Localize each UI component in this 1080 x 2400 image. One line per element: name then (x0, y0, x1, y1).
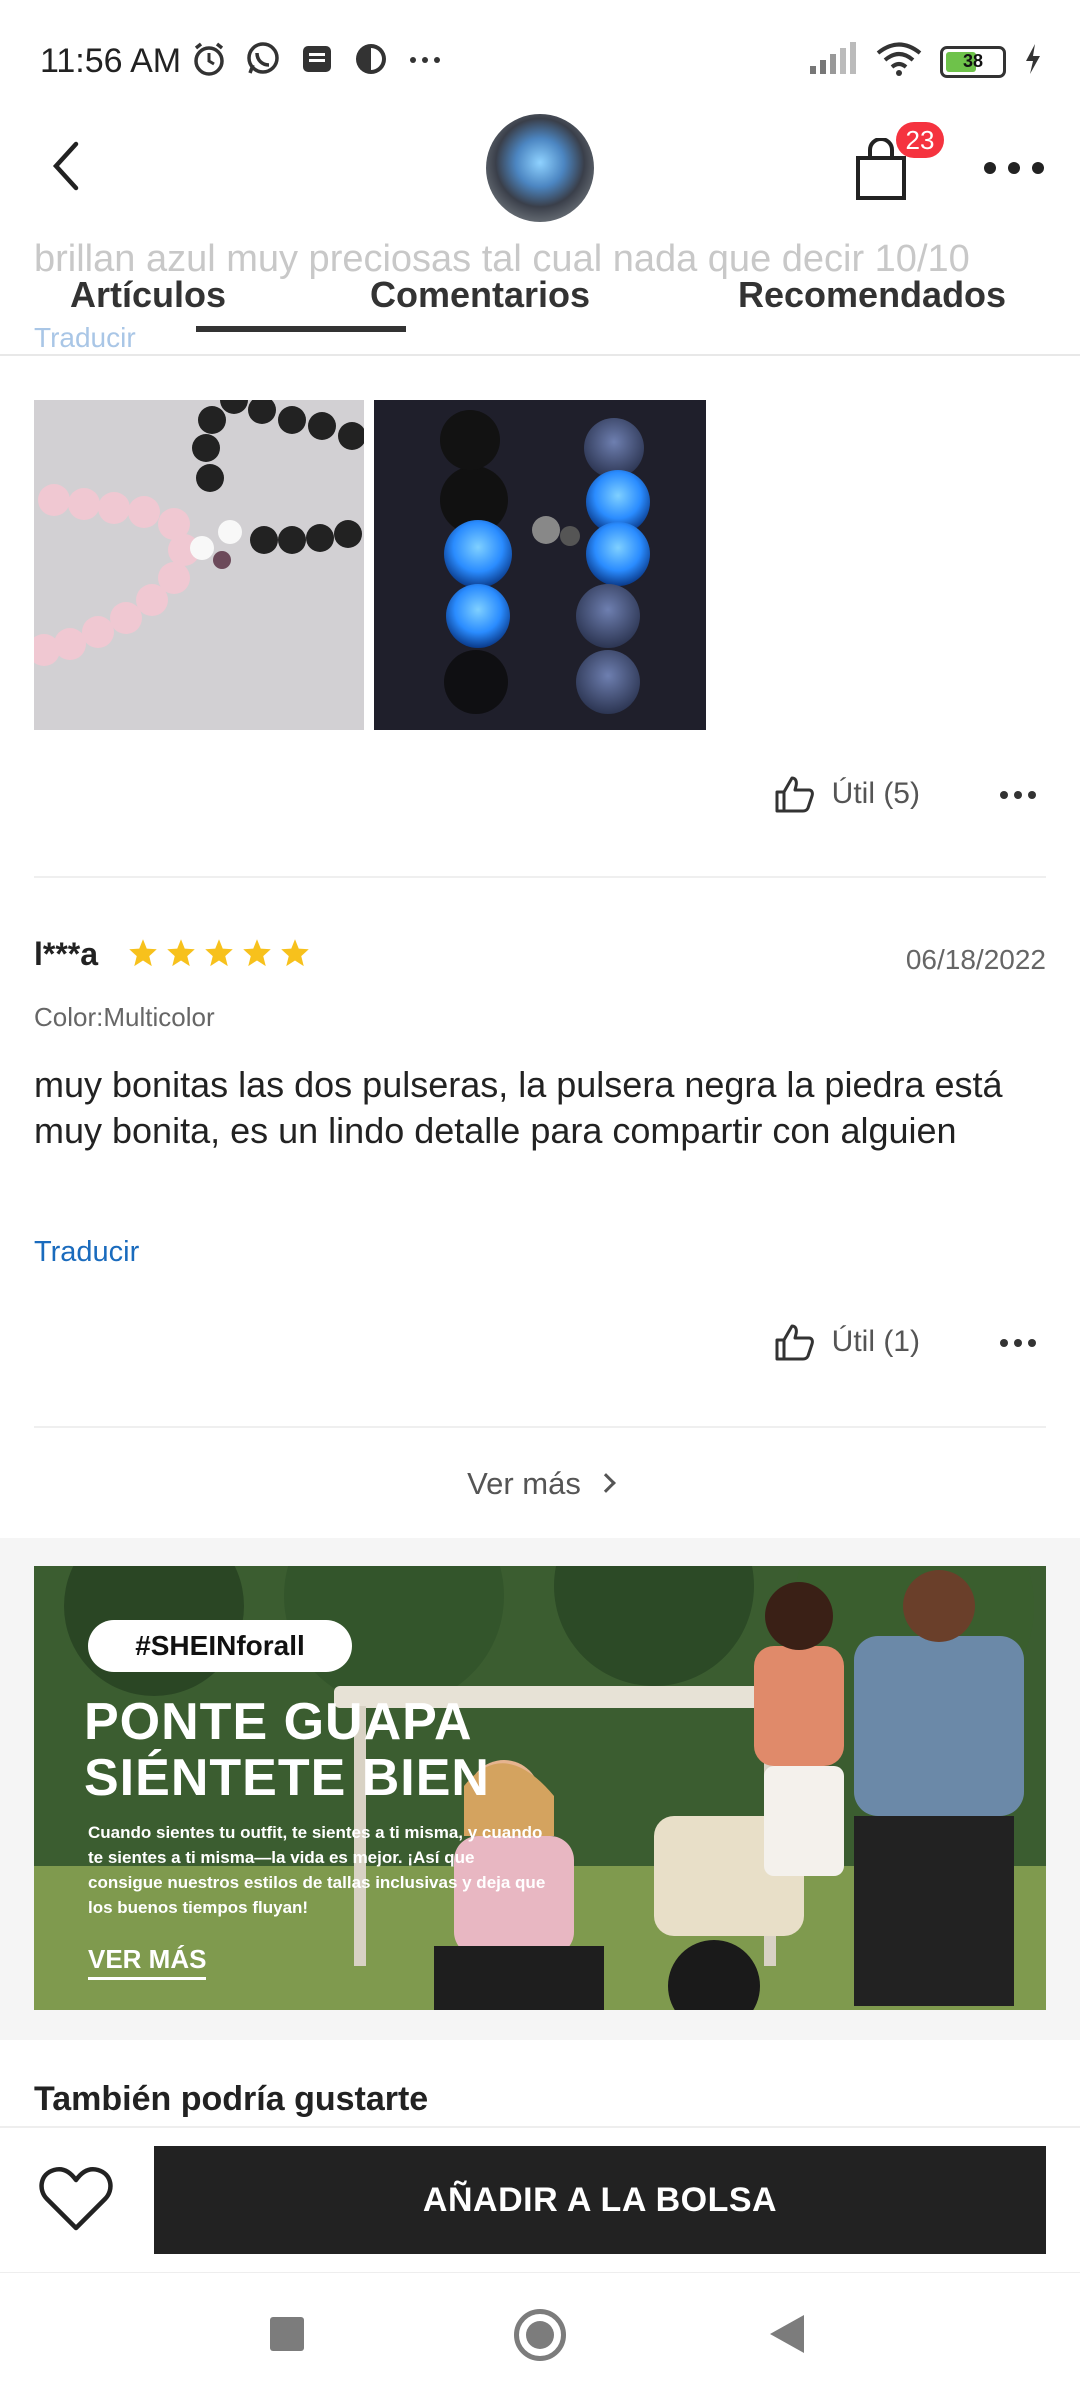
banner-headline-line-2: SIÉNTETE BIEN (84, 1749, 490, 1807)
recent-apps-button[interactable] (270, 2317, 304, 2351)
star-rating (128, 938, 310, 968)
thumbs-up-icon (775, 776, 814, 813)
helpful-button-2[interactable]: Útil (1) (774, 1322, 920, 1362)
signal-icon (808, 42, 858, 81)
chevron-right-icon (595, 1472, 616, 1493)
helpful-button-1[interactable]: Útil (5) (774, 774, 920, 814)
status-bar: 11:56 AM 38 (0, 0, 1080, 120)
more-horizontal-icon (984, 162, 1044, 174)
banner-cta-link[interactable]: VER MÁS (88, 1944, 207, 1980)
more-dots-icon (406, 40, 444, 78)
add-to-bag-button[interactable]: AÑADIR A LA BOLSA (154, 2146, 1046, 2254)
more-horizontal-icon (1000, 791, 1036, 799)
product-header: 23 (0, 110, 1080, 230)
star-icon (167, 939, 195, 967)
charging-icon (1024, 44, 1042, 79)
status-notification-icons (190, 40, 444, 78)
helpful-count-label: Útil (1) (831, 1325, 920, 1358)
app-icon (352, 40, 390, 78)
message-icon (298, 40, 336, 78)
tab-comentarios[interactable]: Comentarios (370, 274, 590, 316)
review-date: 06/18/2022 (905, 944, 1046, 975)
cart-count-badge: 23 (896, 122, 944, 158)
review-more-options-1[interactable] (998, 788, 1038, 800)
star-icon (205, 939, 233, 967)
active-tab-indicator (196, 326, 406, 332)
banner-body-text: Cuando sientes tu outfit, te sientes a t… (88, 1823, 546, 1917)
system-navigation-bar (0, 2272, 1080, 2400)
review-more-options-2[interactable] (998, 1336, 1038, 1348)
review-divider (34, 876, 1046, 878)
star-icon (243, 939, 271, 967)
see-more-label: Ver más (467, 1466, 581, 1501)
wishlist-button[interactable] (38, 2164, 114, 2234)
banner-headline-line-1: PONTE GUAPA (84, 1693, 473, 1751)
product-thumbnail[interactable] (486, 114, 594, 222)
see-more-reviews-button[interactable]: Ver más (0, 1466, 1080, 1502)
reviewer-name: l***a (34, 936, 99, 972)
review-divider (34, 1426, 1046, 1428)
promo-banner[interactable]: #SHEINforall PONTE GUAPA SIÉNTETE BIEN C… (34, 1566, 1046, 2010)
review-photo-1[interactable] (34, 400, 364, 730)
heart-icon (39, 2167, 113, 2231)
section-title-recommendations: También podría gustarte (34, 2080, 429, 2118)
bottom-action-bar: AÑADIR A LA BOLSA (0, 2126, 1080, 2272)
tab-articulos[interactable]: Artículos (70, 274, 226, 316)
banner-hashtag: #SHEINforall (88, 1620, 352, 1672)
wifi-icon (876, 42, 922, 81)
review-text: muy bonitas las dos pulseras, la pulsera… (34, 1064, 1003, 1151)
translate-link[interactable]: Traducir (34, 1236, 139, 1269)
more-options-button[interactable] (982, 160, 1046, 176)
banner-headline: PONTE GUAPA SIÉNTETE BIEN (84, 1694, 490, 1806)
thumbs-up-icon (775, 1324, 814, 1361)
star-icon (129, 939, 157, 967)
whatsapp-icon (244, 40, 282, 78)
battery-icon: 38 (940, 45, 1006, 78)
tab-recomendados[interactable]: Recomendados (738, 274, 1006, 316)
helpful-count-label: Útil (5) (831, 777, 920, 810)
status-system-icons: 38 (808, 42, 1042, 81)
review-variant-color: Color:Multicolor (34, 1002, 215, 1032)
status-time: 11:56 AM (40, 42, 182, 80)
home-button[interactable] (514, 2309, 566, 2361)
alarm-icon (190, 40, 228, 78)
chevron-left-icon (52, 141, 79, 191)
battery-level: 38 (962, 51, 984, 71)
star-icon (281, 939, 309, 967)
back-nav-button[interactable] (770, 2315, 804, 2353)
section-tabs: Artículos Comentarios Recomendados (0, 270, 1080, 356)
more-horizontal-icon (1000, 1339, 1036, 1347)
review-photo-2[interactable] (374, 400, 706, 730)
bracelet-photo-glow (374, 400, 706, 730)
back-button[interactable] (44, 136, 94, 196)
bracelet-photo-day (34, 400, 364, 730)
